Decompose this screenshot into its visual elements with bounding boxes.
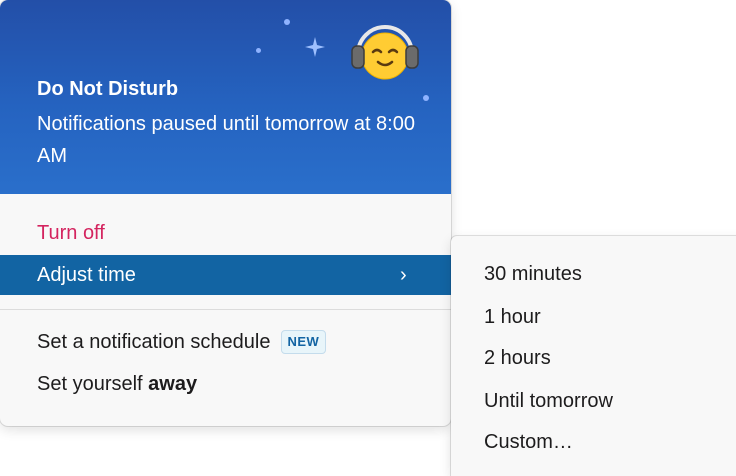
headphones-smiling-face-icon [351,25,419,80]
submenu-item-1-hour[interactable]: 1 hour [484,301,541,333]
notification-schedule-label: Set a notification schedule [37,331,271,353]
adjust-time-submenu: 30 minutes 1 hour 2 hours Until tomorrow… [451,236,736,476]
submenu-item-30-minutes[interactable]: 30 minutes [484,258,582,290]
star-dot [423,95,429,101]
adjust-time-menu-item[interactable]: Adjust time › [0,255,451,295]
set-away-menu-item[interactable]: Set yourself away [0,364,451,404]
set-away-bold-label: away [148,373,198,395]
notification-schedule-menu-item[interactable]: Set a notification schedule NEW [0,322,451,362]
menu-divider [0,309,451,310]
star-dot [284,19,290,25]
submenu-item-2-hours[interactable]: 2 hours [484,342,551,374]
dnd-header: Do Not Disturb Notifications paused unti… [0,0,451,194]
dnd-title: Do Not Disturb [37,78,179,100]
dnd-status-text: Notifications paused until tomorrow at 8… [37,113,415,167]
turn-off-label: Turn off [37,222,105,244]
new-badge: NEW [280,330,327,354]
chevron-right-icon: › [400,264,407,286]
submenu-item-custom[interactable]: Custom… [484,426,573,458]
turn-off-menu-item[interactable]: Turn off [0,213,451,253]
set-away-label: Set yourself [37,373,143,395]
submenu-item-until-tomorrow[interactable]: Until tomorrow [484,385,613,417]
sparkle-icon [305,37,325,57]
star-dot [256,48,261,53]
adjust-time-label: Adjust time [37,264,136,286]
do-not-disturb-menu: Do Not Disturb Notifications paused unti… [0,0,451,426]
